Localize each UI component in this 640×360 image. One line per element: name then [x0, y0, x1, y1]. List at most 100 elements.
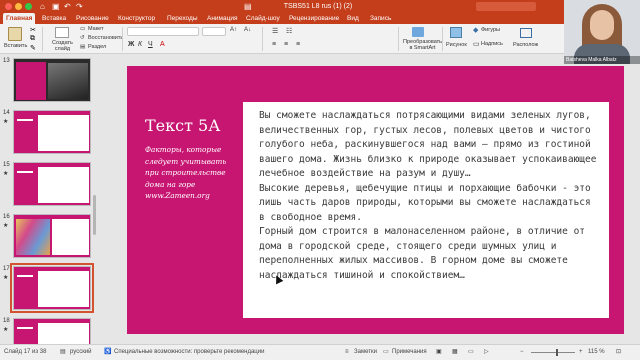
increase-font-icon[interactable]: A↑ [230, 27, 237, 33]
paste-label[interactable]: Вставить [4, 43, 27, 49]
textbox-button[interactable]: Надпись [481, 41, 503, 47]
font-name-dropdown[interactable] [127, 27, 199, 36]
comments-icon[interactable]: ▭ [383, 345, 389, 360]
underline-icon[interactable]: Ч [148, 41, 153, 48]
bold-icon[interactable]: Ж [128, 41, 134, 48]
slideshow-view-icon[interactable]: ▷ [484, 345, 489, 360]
textbox-icon[interactable]: ▭ [473, 40, 480, 48]
close-window-button[interactable] [5, 3, 12, 10]
align-right-icon[interactable]: ≡ [296, 41, 300, 48]
convert-smartart-button[interactable]: Преобразовать в SmartArt [403, 39, 442, 51]
slide-editor: Текст 5А Факторы, которые следует учитыв… [100, 54, 640, 344]
fit-slide-icon[interactable]: ⊡ [616, 345, 621, 360]
bullets-icon[interactable]: ☰ [272, 27, 278, 35]
layout-button[interactable]: Макет [88, 26, 104, 32]
webcam-face [590, 10, 614, 40]
current-slide[interactable]: Текст 5А Факторы, которые следует учитыв… [127, 66, 624, 334]
language-indicator[interactable]: русский [70, 345, 92, 360]
zoom-in-icon[interactable]: + [579, 345, 583, 360]
document-icon: ▤ [244, 2, 252, 11]
section-button[interactable]: Раздел [88, 44, 106, 50]
shapes-button[interactable]: Фигуры [481, 27, 500, 33]
picture-button[interactable]: Рисунок [446, 42, 467, 48]
slide-thumbnail-16[interactable] [13, 214, 91, 258]
tab-review[interactable]: Рецензирование [289, 13, 339, 24]
separator [398, 27, 399, 51]
picture-icon[interactable] [450, 27, 462, 38]
new-slide-icon[interactable] [55, 27, 69, 38]
animation-star-icon: ★ [3, 275, 9, 281]
slide-subtitle[interactable]: Факторы, которые следует учитывать при с… [145, 144, 237, 202]
tab-insert[interactable]: Вставка [42, 13, 66, 24]
thumbnail-accent [16, 62, 46, 100]
notes-icon[interactable]: ≡ [345, 345, 349, 360]
tab-draw[interactable]: Рисование [76, 13, 109, 24]
sorter-view-icon[interactable]: ▦ [452, 345, 458, 360]
normal-view-icon[interactable]: ▣ [436, 345, 442, 360]
font-color-icon[interactable]: A [160, 41, 165, 48]
reset-button[interactable]: Восстановить [88, 35, 123, 41]
redo-icon[interactable]: ↷ [76, 1, 83, 12]
arrange-icon[interactable] [520, 28, 532, 38]
zoom-out-icon[interactable]: − [520, 345, 524, 360]
slide-thumbnail-13[interactable] [13, 58, 91, 102]
save-icon[interactable]: ▣ [52, 1, 60, 12]
tab-transitions[interactable]: Переходы [167, 13, 198, 24]
format-painter-icon[interactable]: ✎ [30, 44, 36, 52]
tab-design[interactable]: Конструктор [118, 13, 155, 24]
slides-panel-scrollbar[interactable] [93, 195, 96, 235]
thumbnail-textbox [52, 219, 89, 255]
comments-button[interactable]: Примечания [392, 345, 427, 360]
search-input[interactable] [476, 2, 536, 11]
copy-icon[interactable]: ⧉ [30, 35, 35, 43]
ribbon-tabs: Главная Вставка Рисование Конструктор Пе… [0, 13, 640, 24]
tab-animations[interactable]: Анимация [207, 13, 238, 24]
arrange-button[interactable]: Располож [513, 42, 538, 48]
status-bar: Слайд 17 из 38 ▤ русский ♿ Специальные в… [0, 344, 640, 360]
reset-icon[interactable]: ↺ [80, 35, 85, 41]
zoom-slider[interactable] [531, 352, 575, 353]
separator [262, 27, 263, 51]
slide-title[interactable]: Текст 5А [145, 116, 220, 135]
tab-slideshow[interactable]: Слайд-шоу [246, 13, 280, 24]
align-left-icon[interactable]: ≡ [272, 41, 276, 48]
thumbnail-photo [48, 63, 88, 99]
zoom-level[interactable]: 115 % [588, 345, 605, 360]
cut-icon[interactable]: ✂ [30, 26, 36, 34]
webcam-name: Batsheva Malka Albatz [564, 56, 640, 64]
slide-thumbnail-14[interactable] [13, 110, 91, 154]
thumbnail-textbox [38, 167, 89, 203]
shapes-icon[interactable]: ◆ [473, 26, 478, 34]
notes-button[interactable]: Заметки [354, 345, 377, 360]
numbering-icon[interactable]: ☷ [286, 27, 292, 35]
maximize-window-button[interactable] [25, 3, 32, 10]
animation-star-icon: ★ [3, 327, 9, 333]
slide-thumbnail-15[interactable] [13, 162, 91, 206]
slide-text-box[interactable]: Вы сможете наслаждаться потрясающими вид… [243, 102, 609, 318]
slide-thumbnail-18[interactable] [13, 318, 91, 344]
undo-icon[interactable]: ↶ [64, 1, 71, 12]
slide-body-text[interactable]: Вы сможете наслаждаться потрясающими вид… [259, 109, 599, 283]
reading-view-icon[interactable]: ▭ [468, 345, 474, 360]
accessibility-status[interactable]: Специальные возможности: проверьте реком… [114, 345, 264, 360]
accessibility-icon[interactable]: ♿ [104, 345, 111, 360]
tab-view[interactable]: Вид [347, 13, 359, 24]
new-slide-label[interactable]: Создать слайд [52, 40, 73, 52]
layout-icon[interactable]: ▭ [80, 26, 85, 32]
tab-home[interactable]: Главная [3, 13, 36, 24]
font-size-dropdown[interactable] [202, 27, 226, 36]
spellcheck-icon[interactable]: ▤ [60, 345, 66, 360]
align-center-icon[interactable]: ≡ [284, 41, 288, 48]
smartart-icon[interactable] [412, 27, 424, 37]
decrease-font-icon[interactable]: A↓ [244, 27, 251, 33]
minimize-window-button[interactable] [15, 3, 22, 10]
zoom-slider-handle[interactable] [556, 349, 558, 356]
slide-counter: Слайд 17 из 38 [4, 349, 47, 355]
home-icon[interactable]: ⌂ [40, 1, 45, 12]
italic-icon[interactable]: К [138, 41, 142, 48]
slide-number: 17 [3, 266, 10, 272]
tab-record[interactable]: Запись [370, 13, 391, 24]
slide-thumbnail-17[interactable] [10, 263, 94, 313]
section-icon[interactable]: ▤ [80, 44, 85, 50]
paste-icon[interactable] [8, 27, 22, 41]
